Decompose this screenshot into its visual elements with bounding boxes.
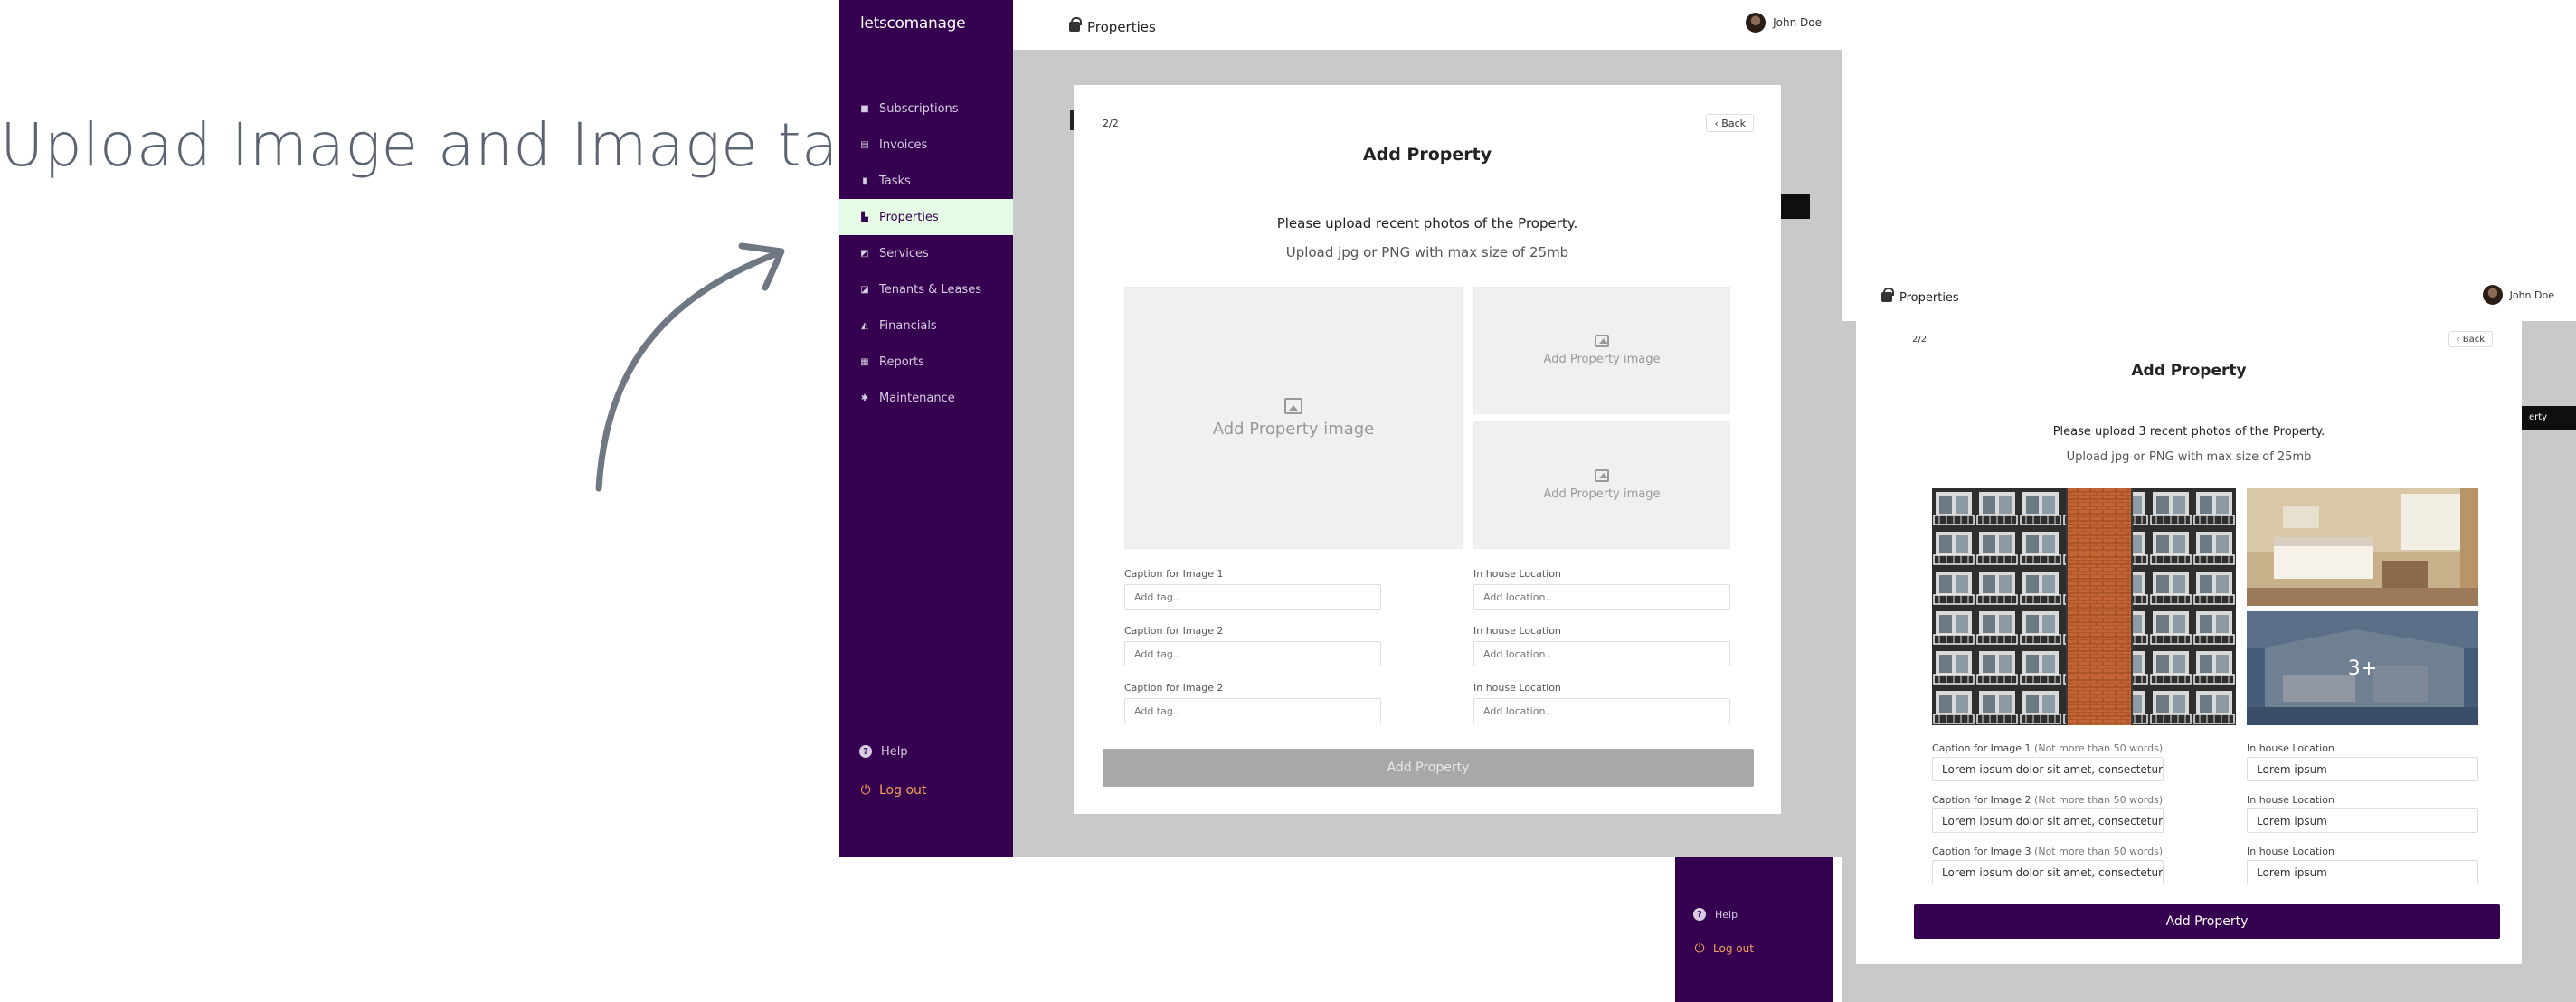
sidebar-item-financials[interactable]: ◭ Financials (839, 307, 1013, 344)
curved-arrow-icon (595, 242, 785, 492)
caption-label-2: Caption for Image 2 (Not more than 50 wo… (1932, 794, 2164, 806)
modal-title: Add Property (1362, 145, 1492, 165)
tenants-icon: ◪ (860, 284, 869, 295)
caption-label-1: Caption for Image 1 (Not more than 50 wo… (1932, 742, 2164, 754)
step-indicator: 2/2 (1912, 335, 1927, 345)
location-input-1[interactable] (1473, 584, 1730, 610)
add-property-modal-filled: 2/2 ‹ Back Add Property Please upload 3 … (1856, 307, 2522, 964)
location-input-1[interactable]: Lorem ipsum (2247, 757, 2478, 781)
avatar (1746, 13, 1766, 33)
location-label-2: In house Location (2247, 794, 2334, 806)
caption-label-1: Caption for Image 1 (1124, 568, 1224, 580)
location-input-3[interactable]: Lorem ipsum (2247, 860, 2478, 884)
building-icon: ▙ (861, 212, 868, 222)
upload-instruction: Please upload recent photos of the Prope… (1276, 215, 1578, 232)
back-button[interactable]: ‹ Back (2448, 331, 2493, 347)
sidebar-item-properties[interactable]: ▙ Properties (839, 199, 1013, 235)
property-photo-bedroom[interactable] (2247, 488, 2478, 606)
upload-hint: Upload jpg or PNG with max size of 25mb (1285, 244, 1569, 260)
location-input-2[interactable]: Lorem ipsum (2247, 808, 2478, 833)
sidebar-item-reports[interactable]: ▦ Reports (839, 344, 1013, 380)
property-photo-more[interactable]: 3+ (2247, 611, 2478, 725)
lock-icon (1069, 16, 1082, 32)
upload-image-3[interactable]: Add Property image (1473, 421, 1730, 549)
lock-icon: ■ (860, 103, 869, 114)
page-title: Properties (1881, 288, 1959, 305)
help-link[interactable]: ? Help (859, 742, 926, 761)
sidebar-item-invoices[interactable]: ▤ Invoices (839, 127, 1013, 163)
screen-step-upload-empty: letscomanage ■ Subscriptions ▤ Invoices ▮ T… (839, 0, 1842, 857)
chevron-left-icon: ‹ (1714, 117, 1722, 129)
services-icon: ◩ (860, 248, 869, 259)
caption-label-3: Caption for Image 2 (1124, 682, 1224, 694)
lock-icon (1881, 288, 1894, 302)
add-property-button[interactable]: Add Property (1914, 904, 2500, 939)
logout-link[interactable]: ⏻ Log out (859, 780, 926, 800)
gear-icon: ✱ (860, 392, 869, 403)
caption-input-3[interactable]: Lorem ipsum dolor sit amet, consectetur.… (1932, 860, 2164, 884)
location-label-3: In house Location (2247, 846, 2334, 857)
back-button[interactable]: ‹ Back (1706, 114, 1754, 132)
upload-hint: Upload jpg or PNG with max size of 25mb (2066, 450, 2312, 464)
sidebar-item-tasks[interactable]: ▮ Tasks (839, 163, 1013, 199)
avatar (2482, 285, 2503, 305)
step-indicator: 2/2 (1103, 118, 1119, 129)
caption-input-1[interactable] (1124, 584, 1381, 610)
add-property-button-disabled[interactable]: Add Property (1103, 749, 1754, 787)
modal-title: Add Property (2131, 362, 2247, 380)
bg-add-button-fragment: erty (2522, 406, 2576, 430)
caption-input-2[interactable] (1124, 641, 1381, 666)
caption-input-1[interactable]: Lorem ipsum dolor sit amet, consectetur.… (1932, 757, 2164, 781)
user-menu[interactable]: John Doe (2482, 285, 2554, 305)
chevron-left-icon: ‹ (2456, 334, 2463, 345)
location-label-1: In house Location (1473, 568, 1561, 580)
brand-logo[interactable]: letscomanage (860, 14, 966, 33)
help-icon: ? (1693, 908, 1706, 921)
location-label-2: In house Location (1473, 625, 1561, 637)
caption-input-2[interactable]: Lorem ipsum dolor sit amet, consectetur.… (1932, 808, 2164, 833)
page-title: Properties (1069, 16, 1156, 35)
top-bar: Properties John Doe (1013, 0, 1842, 50)
help-icon: ? (859, 745, 872, 758)
task-icon: ▮ (862, 175, 867, 186)
power-icon: ⏻ (860, 783, 871, 798)
sidebar-item-subscriptions[interactable]: ■ Subscriptions (839, 90, 1013, 127)
help-link[interactable]: ? Help (1693, 904, 1738, 924)
sidebar: letscomanage ■ Subscriptions ▤ Invoices ▮ T… (839, 0, 1013, 857)
power-icon: ⏻ (1694, 941, 1705, 956)
bg-add-button-fragment (1781, 194, 1810, 219)
sidebar-footer-fragment: ? Help ⏻ Log out (1675, 857, 1833, 1002)
sidebar-footer: ? Help ⏻ Log out (859, 742, 926, 800)
image-icon (1284, 397, 1302, 414)
reports-icon: ▦ (860, 356, 869, 367)
location-input-2[interactable] (1473, 641, 1730, 666)
caption-input-3[interactable] (1124, 698, 1381, 723)
location-input-3[interactable] (1473, 698, 1730, 723)
page-headline: Upload Image and Image tags (0, 110, 906, 180)
property-photo-building[interactable] (1932, 488, 2236, 725)
user-menu[interactable]: John Doe (1746, 13, 1822, 33)
add-property-modal: 2/2 ‹ Back Add Property Please upload re… (1074, 85, 1781, 814)
sidebar-item-maintenance[interactable]: ✱ Maintenance (839, 380, 1013, 416)
location-label-1: In house Location (2247, 742, 2334, 754)
financials-icon: ◭ (861, 320, 868, 331)
upload-image-2[interactable]: Add Property image (1473, 287, 1730, 414)
location-label-3: In house Location (1473, 682, 1561, 694)
upload-instruction: Please upload 3 recent photos of the Pro… (2052, 425, 2325, 439)
upload-main-image[interactable]: Add Property image (1124, 287, 1463, 549)
image-icon (1595, 469, 1609, 482)
logout-link[interactable]: ⏻ Log out (1693, 939, 1753, 959)
sidebar-item-tenants-leases[interactable]: ◪ Tenants & Leases (839, 271, 1013, 307)
caption-label-3: Caption for Image 3 (Not more than 50 wo… (1932, 846, 2164, 857)
image-icon (1595, 335, 1609, 347)
sidebar-item-services[interactable]: ◩ Services (839, 235, 1013, 271)
more-photos-badge: 3+ (2247, 611, 2478, 725)
caption-label-2: Caption for Image 2 (1124, 625, 1224, 637)
sidebar-nav: ■ Subscriptions ▤ Invoices ▮ Tasks ▙ Propert… (839, 90, 1013, 416)
invoice-icon: ▤ (860, 139, 869, 150)
